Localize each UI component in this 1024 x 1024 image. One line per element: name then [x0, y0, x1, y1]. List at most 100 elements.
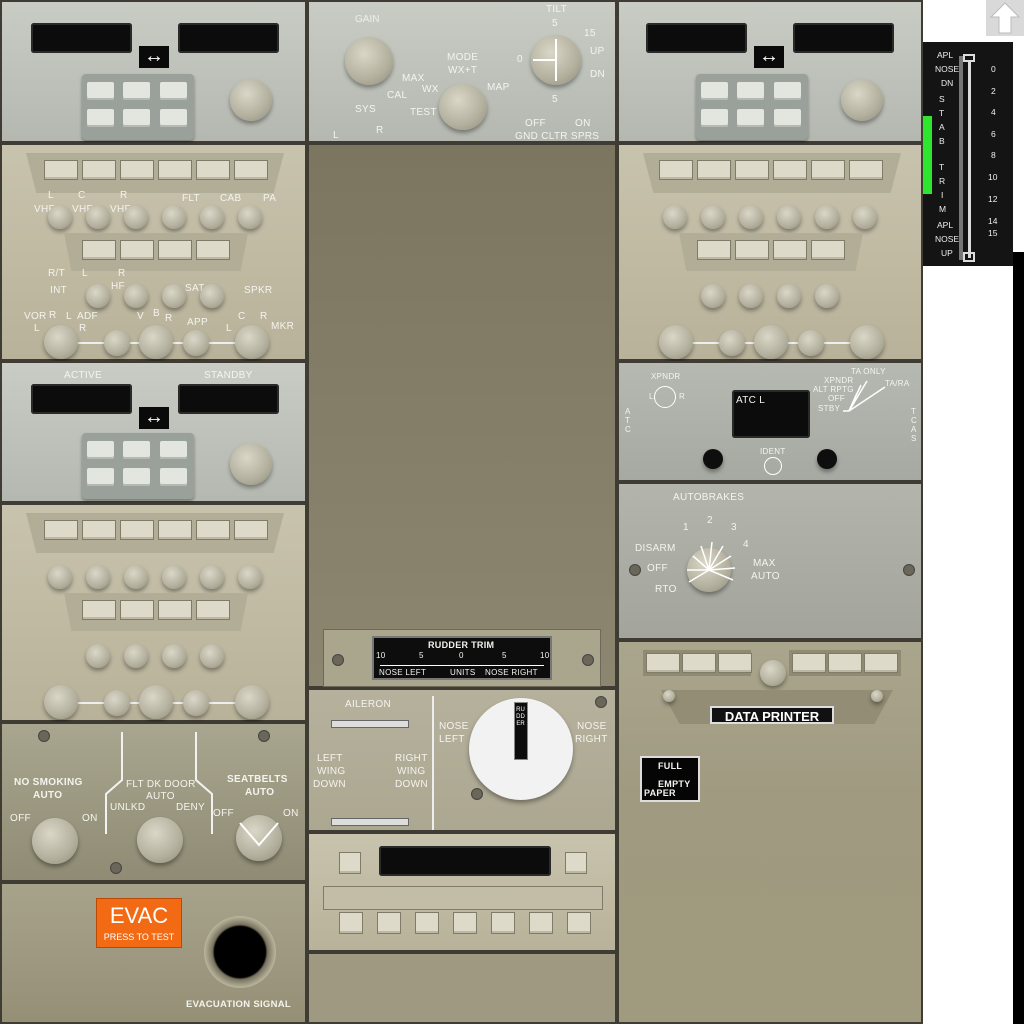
mode-knob[interactable]	[439, 84, 487, 130]
keypad-button[interactable]	[491, 912, 515, 934]
mic-select-button[interactable]	[234, 160, 268, 180]
tilt-knob[interactable]	[531, 35, 581, 85]
volume-knob[interactable]	[200, 644, 224, 668]
printer-knob[interactable]	[760, 660, 786, 686]
aileron-trim-switch[interactable]	[331, 720, 409, 728]
xpndr-selector-knob[interactable]	[654, 386, 676, 408]
volume-knob[interactable]	[739, 205, 763, 229]
mic-select-button[interactable]	[44, 160, 78, 180]
printer-button[interactable]	[718, 653, 752, 673]
mic-select-button[interactable]	[120, 600, 154, 620]
mic-select-button[interactable]	[82, 240, 116, 260]
mic-select-button[interactable]	[158, 520, 192, 540]
keypad-key[interactable]	[774, 109, 801, 127]
mic-select-button[interactable]	[196, 240, 230, 260]
radio-tuning-knob[interactable]	[230, 79, 272, 121]
flt-dk-door-switch[interactable]	[137, 817, 183, 863]
nav-selector-knob[interactable]	[44, 685, 78, 719]
volume-knob[interactable]	[200, 205, 224, 229]
mic-select-button[interactable]	[196, 520, 230, 540]
keypad-button[interactable]	[567, 912, 591, 934]
volume-knob[interactable]	[162, 565, 186, 589]
keypad-button[interactable]	[529, 912, 553, 934]
mic-select-button[interactable]	[697, 160, 731, 180]
keypad-button[interactable]	[415, 912, 439, 934]
volume-knob[interactable]	[798, 330, 824, 356]
mic-select-button[interactable]	[735, 240, 769, 260]
printer-small-knob[interactable]	[871, 690, 883, 702]
volume-knob[interactable]	[124, 284, 148, 308]
mic-select-button[interactable]	[82, 520, 116, 540]
scroll-up-button[interactable]	[986, 0, 1024, 36]
keypad-key[interactable]	[737, 82, 764, 100]
nav-selector-knob[interactable]	[235, 325, 269, 359]
keypad-key[interactable]	[123, 82, 150, 100]
mic-select-button[interactable]	[120, 160, 154, 180]
mic-select-button[interactable]	[44, 520, 78, 540]
printer-button[interactable]	[864, 653, 898, 673]
volume-knob[interactable]	[853, 205, 877, 229]
volume-knob[interactable]	[124, 644, 148, 668]
volume-knob[interactable]	[104, 690, 130, 716]
aileron-trim-switch[interactable]	[331, 818, 409, 826]
volume-knob[interactable]	[739, 284, 763, 308]
evac-button[interactable]: EVAC PRESS TO TEST	[96, 898, 182, 948]
volume-knob[interactable]	[183, 330, 209, 356]
printer-button[interactable]	[792, 653, 826, 673]
printer-button[interactable]	[828, 653, 862, 673]
volume-knob[interactable]	[663, 205, 687, 229]
mic-select-button[interactable]	[234, 520, 268, 540]
freq-swap-button[interactable]: ↔	[139, 46, 169, 68]
rudder-trim-knob[interactable]: RUDDER	[469, 698, 573, 800]
keypad-key[interactable]	[701, 109, 728, 127]
nav-selector-knob[interactable]	[754, 325, 788, 359]
keypad-key[interactable]	[87, 109, 114, 127]
keypad-key[interactable]	[123, 468, 150, 486]
volume-knob[interactable]	[48, 565, 72, 589]
volume-knob[interactable]	[238, 205, 262, 229]
keypad-button[interactable]	[339, 912, 363, 934]
volume-knob[interactable]	[701, 284, 725, 308]
keypad-button[interactable]	[453, 912, 477, 934]
radio-tuning-knob[interactable]	[841, 79, 883, 121]
mic-select-button[interactable]	[158, 160, 192, 180]
mic-select-button[interactable]	[120, 240, 154, 260]
mic-select-button[interactable]	[697, 240, 731, 260]
keypad-key[interactable]	[774, 82, 801, 100]
keypad-key[interactable]	[160, 82, 187, 100]
atc-knob-right[interactable]	[817, 449, 837, 469]
volume-knob[interactable]	[815, 205, 839, 229]
keypad-key[interactable]	[160, 109, 187, 127]
gain-knob[interactable]	[345, 37, 393, 85]
mic-select-button[interactable]	[849, 160, 883, 180]
mic-select-button[interactable]	[158, 240, 192, 260]
volume-knob[interactable]	[48, 205, 72, 229]
keypad-button[interactable]	[377, 912, 401, 934]
mic-select-button[interactable]	[120, 520, 154, 540]
volume-knob[interactable]	[86, 284, 110, 308]
mic-select-button[interactable]	[196, 160, 230, 180]
volume-knob[interactable]	[162, 284, 186, 308]
volume-knob[interactable]	[777, 284, 801, 308]
mic-select-button[interactable]	[158, 600, 192, 620]
mic-select-button[interactable]	[82, 600, 116, 620]
volume-knob[interactable]	[200, 284, 224, 308]
printer-button[interactable]	[682, 653, 716, 673]
mic-select-button[interactable]	[196, 600, 230, 620]
mic-select-button[interactable]	[773, 160, 807, 180]
keypad-key[interactable]	[87, 82, 114, 100]
volume-knob[interactable]	[86, 205, 110, 229]
nav-selector-knob[interactable]	[139, 685, 173, 719]
volume-knob[interactable]	[104, 330, 130, 356]
mic-select-button[interactable]	[659, 160, 693, 180]
mic-select-button[interactable]	[811, 160, 845, 180]
freq-swap-button[interactable]: ↔	[754, 46, 784, 68]
nav-selector-knob[interactable]	[850, 325, 884, 359]
keypad-key[interactable]	[160, 468, 187, 486]
nav-selector-knob[interactable]	[659, 325, 693, 359]
radio-tuning-knob[interactable]	[230, 443, 272, 485]
volume-knob[interactable]	[200, 565, 224, 589]
volume-knob[interactable]	[815, 284, 839, 308]
nav-selector-knob[interactable]	[139, 325, 173, 359]
keypad-key[interactable]	[737, 109, 764, 127]
